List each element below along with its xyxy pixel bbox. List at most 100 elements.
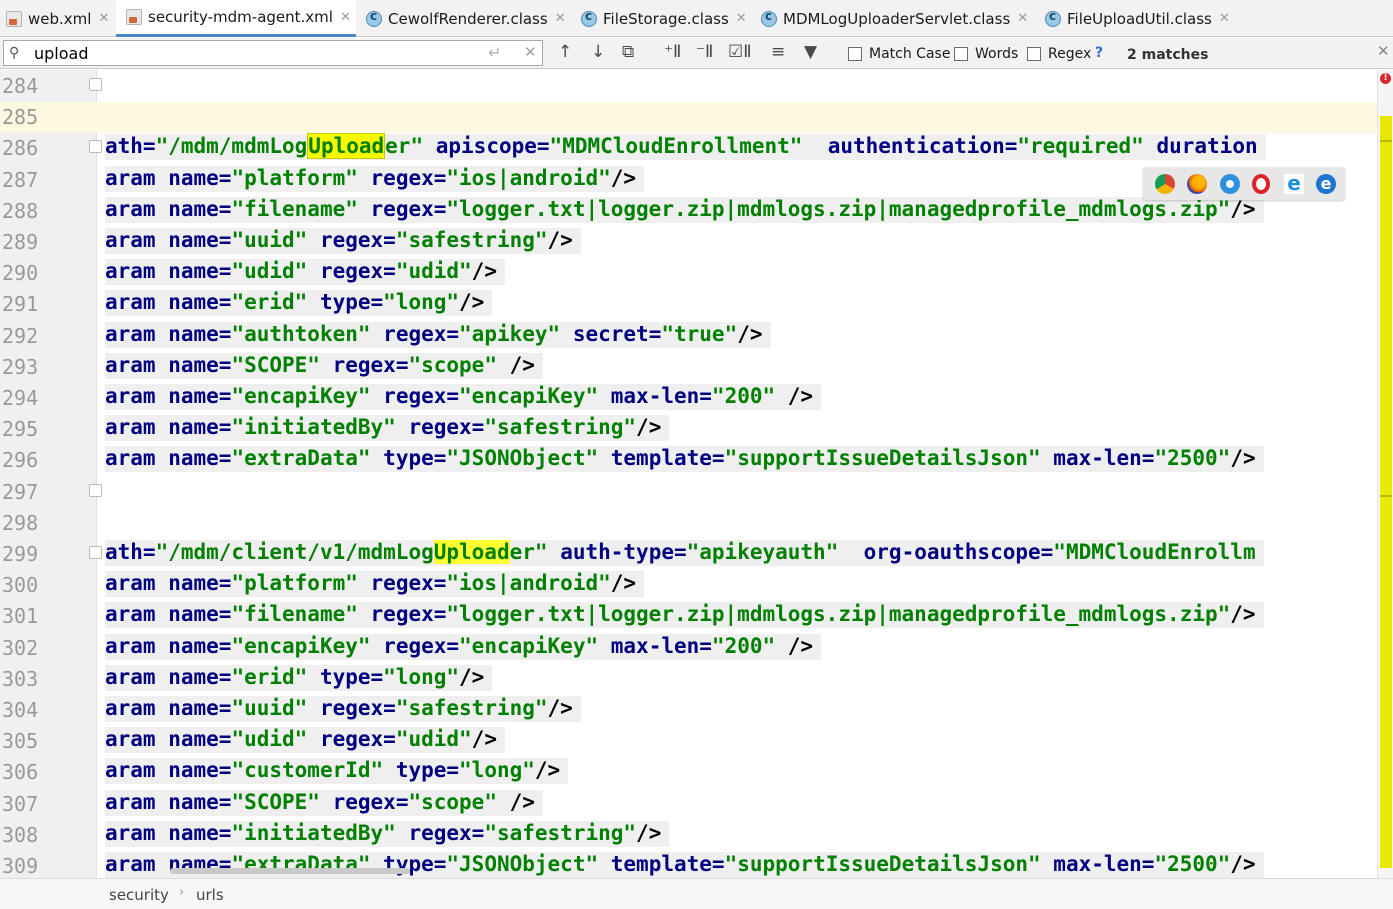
find-in-window-icon[interactable]: ⧉	[622, 42, 634, 64]
close-icon[interactable]: ✕	[736, 11, 747, 26]
code-line[interactable]: 302 aram name="encapiKey" regex="encapiKe…	[0, 632, 1377, 663]
opera-icon[interactable]	[1252, 174, 1270, 194]
breadcrumb-item[interactable]: security	[109, 886, 169, 904]
regex-checkbox[interactable]: Regex	[1027, 46, 1091, 62]
line-number: 301	[2, 604, 39, 629]
code-text[interactable]: aram name="SCOPE" regex="scope" />	[105, 789, 543, 816]
code-line[interactable]: 291 aram name="erid" type="long"/>	[0, 288, 1377, 319]
checkbox-box[interactable]	[954, 47, 968, 61]
code-line[interactable]: 299 ath="/mdm/client/v1/mdmLogUploader" a…	[0, 538, 1377, 569]
filter-icon[interactable]: ▼	[804, 42, 817, 64]
code-text[interactable]: aram name="initiatedBy" regex="safestrin…	[105, 820, 670, 847]
remove-occurrence-icon[interactable]: ⁻Ⅱ	[696, 42, 713, 64]
code-line[interactable]: 294 aram name="encapiKey" regex="encapiKe…	[0, 382, 1377, 413]
code-text[interactable]: aram name="filename" regex="logger.txt|l…	[105, 602, 1264, 629]
match-case-checkbox[interactable]: Match Case	[848, 46, 950, 62]
code-editor[interactable]: 284 285 286 ath="/mdm/mdmLogUploader" apisc…	[0, 70, 1393, 878]
code-text[interactable]: aram name="erid" type="long"/>	[105, 290, 493, 317]
code-text[interactable]: aram name="SCOPE" regex="scope" />	[105, 352, 543, 379]
code-text[interactable]: aram name="uuid" regex="safestring"/>	[105, 228, 581, 254]
close-icon[interactable]: ✕	[1377, 42, 1390, 60]
close-icon[interactable]: ✕	[1219, 11, 1230, 26]
close-icon[interactable]: ✕	[1017, 11, 1028, 26]
filter-options-icon[interactable]: ≡	[771, 42, 785, 64]
code-line[interactable]: 293 aram name="SCOPE" regex="scope" />	[0, 351, 1377, 382]
code-line[interactable]: 303 aram name="erid" type="long"/>	[0, 663, 1377, 694]
words-checkbox[interactable]: Words	[954, 46, 1018, 62]
safari-icon[interactable]	[1220, 174, 1240, 194]
code-line[interactable]: 301 aram name="filename" regex="logger.tx…	[0, 600, 1377, 631]
edge-icon[interactable]: e	[1316, 174, 1336, 194]
tab-cewolfrenderer-class[interactable]: CewolfRenderer.class ✕	[366, 0, 566, 37]
code-line[interactable]: 298	[0, 507, 1377, 538]
code-line[interactable]: 305 aram name="udid" regex="udid"/>	[0, 725, 1377, 756]
code-line[interactable]: 297	[0, 476, 1377, 507]
code-line[interactable]: 304 aram name="uuid" regex="safestring"/>	[0, 694, 1377, 725]
code-text[interactable]: aram name="encapiKey" regex="encapiKey" …	[105, 633, 822, 660]
tab-web-xml[interactable]: web.xml ✕	[6, 0, 109, 37]
breadcrumb-item[interactable]: urls	[196, 886, 224, 904]
code-text[interactable]: aram name="uuid" regex="safestring"/>	[105, 696, 581, 722]
code-text[interactable]: aram name="filename" regex="logger.txt|l…	[105, 196, 1264, 223]
add-occurrence-icon[interactable]: ⁺Ⅱ	[664, 42, 681, 64]
line-number: 297	[2, 479, 39, 504]
code-line[interactable]: 308 aram name="initiatedBy" regex="safest…	[0, 819, 1377, 850]
regex-help-link[interactable]: ?	[1095, 45, 1103, 61]
clear-icon[interactable]: ✕	[524, 43, 537, 61]
chrome-icon[interactable]	[1155, 174, 1175, 194]
code-line[interactable]: 284	[0, 70, 1377, 101]
search-input[interactable]	[34, 43, 474, 63]
previous-occurrence-icon[interactable]: ↑	[558, 42, 572, 64]
close-icon[interactable]: ✕	[555, 11, 566, 26]
horizontal-scrollbar[interactable]	[170, 868, 410, 874]
class-file-icon	[1045, 9, 1061, 27]
code-text[interactable]: aram name="udid" regex="udid"/>	[105, 259, 505, 286]
code-line[interactable]: 289 aram name="uuid" regex="safestring"/>	[0, 226, 1377, 257]
code-text[interactable]: ath="/mdm/client/v1/mdmLogUploader" auth…	[105, 540, 1264, 566]
fold-marker-icon[interactable]	[89, 546, 102, 559]
code-text[interactable]: aram name="platform" regex="ios|android"…	[105, 165, 645, 192]
new-line-icon[interactable]: ↵	[488, 43, 501, 62]
firefox-icon[interactable]	[1187, 174, 1207, 194]
code-line[interactable]: 306 aram name="customerId" type="long"/>	[0, 756, 1377, 787]
error-indicator-icon[interactable]: !	[1380, 73, 1391, 84]
checkbox-box[interactable]	[1027, 47, 1041, 61]
code-text[interactable]: aram name="erid" type="long"/>	[105, 664, 493, 691]
ie-icon[interactable]: e	[1284, 173, 1304, 194]
code-line[interactable]: 296 aram name="extraData" type="JSONObjec…	[0, 444, 1377, 475]
code-line[interactable]: 286 ath="/mdm/mdmLogUploader" apiscope="M…	[0, 132, 1377, 163]
match-marker[interactable]	[1380, 140, 1392, 142]
checkbox-box[interactable]	[848, 47, 862, 61]
match-marker[interactable]	[1380, 495, 1392, 497]
code-text[interactable]: aram name="extraData" type="JSONObject" …	[105, 852, 1264, 878]
tab-mdmloguploaderservlet-class[interactable]: MDMLogUploaderServlet.class ✕	[761, 0, 1028, 37]
code-text[interactable]: ath="/mdm/mdmLogUploader" apiscope="MDMC…	[105, 133, 1266, 161]
fold-marker-icon[interactable]	[89, 140, 102, 154]
select-all-occurrences-icon[interactable]: ☑Ⅱ	[728, 42, 752, 64]
class-file-icon	[761, 9, 777, 27]
close-icon[interactable]: ✕	[340, 10, 351, 25]
code-text[interactable]: aram name="extraData" type="JSONObject" …	[105, 446, 1264, 473]
next-occurrence-icon[interactable]: ↓	[591, 42, 605, 64]
code-line[interactable]: 292 aram name="authtoken" regex="apikey" …	[0, 320, 1377, 351]
code-line[interactable]: 290 aram name="udid" regex="udid"/>	[0, 257, 1377, 288]
code-text[interactable]: aram name="initiatedBy" regex="safestrin…	[105, 415, 670, 442]
tab-fileuploadutil-class[interactable]: FileUploadUtil.class ✕	[1045, 0, 1230, 37]
code-text[interactable]: aram name="udid" regex="udid"/>	[105, 727, 505, 754]
code-line[interactable]: 295 aram name="initiatedBy" regex="safest…	[0, 413, 1377, 444]
tab-filestorage-class[interactable]: FileStorage.class ✕	[581, 0, 747, 37]
code-line[interactable]: 307 aram name="SCOPE" regex="scope" />	[0, 788, 1377, 819]
code-text[interactable]: aram name="customerId" type="long"/>	[105, 758, 569, 785]
code-line[interactable]: 285	[0, 101, 1377, 132]
code-line[interactable]: 300 aram name="platform" regex="ios|andro…	[0, 569, 1377, 600]
code-text[interactable]: aram name="encapiKey" regex="encapiKey" …	[105, 384, 822, 410]
fold-marker-icon[interactable]	[89, 483, 102, 497]
code-text[interactable]: aram name="platform" regex="ios|android"…	[105, 571, 645, 598]
line-number: 292	[2, 323, 39, 348]
code-text[interactable]: aram name="authtoken" regex="apikey" sec…	[105, 321, 771, 348]
tab-security-mdm-agent-xml[interactable]: security-mdm-agent.xml ✕	[116, 0, 356, 37]
fold-marker-icon[interactable]	[89, 78, 102, 91]
code-line[interactable]: 309 aram name="extraData" type="JSONObjec…	[0, 850, 1377, 881]
search-icon[interactable]: ⚲	[9, 45, 19, 61]
close-icon[interactable]: ✕	[98, 11, 109, 26]
